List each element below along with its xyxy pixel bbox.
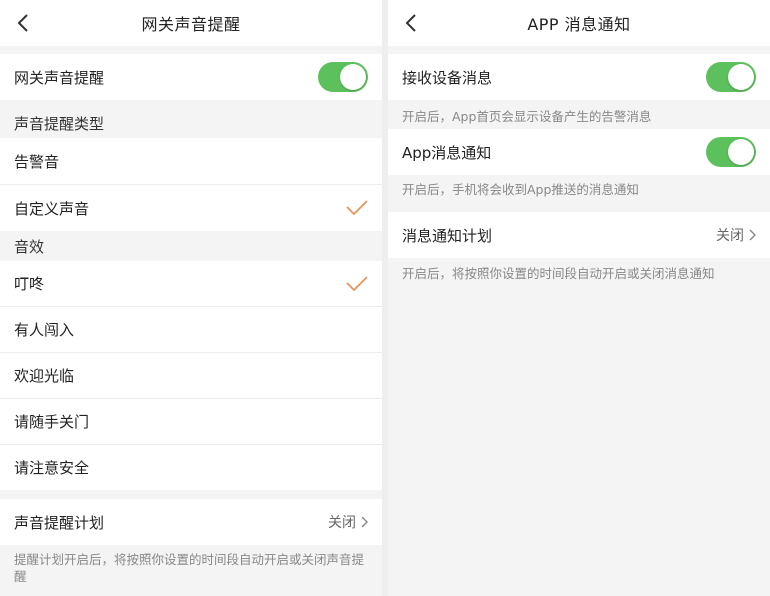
sound-type-label: 自定义声音 xyxy=(14,199,90,218)
chevron-right-icon xyxy=(749,229,756,241)
device-msg-toggle[interactable] xyxy=(706,62,756,92)
effect-item-close-door[interactable]: 请随手关门 xyxy=(0,399,382,444)
back-chevron-left-icon[interactable] xyxy=(402,12,422,34)
gateway-sound-toggle[interactable] xyxy=(318,62,368,92)
sound-schedule-row[interactable]: 声音提醒计划 关闭 xyxy=(0,499,382,545)
effect-label: 请注意安全 xyxy=(14,459,90,477)
device-msg-label: 接收设备消息 xyxy=(402,68,493,87)
notify-schedule-note: 开启后，将按照你设置的时间段自动开启或关闭消息通知 xyxy=(402,266,715,281)
notify-schedule-value-wrap: 关闭 xyxy=(716,225,756,245)
sound-type-section-header: 声音提醒类型 xyxy=(14,114,105,133)
sound-schedule-label: 声音提醒计划 xyxy=(14,513,105,532)
gateway-sound-toggle-row: 网关声音提醒 xyxy=(0,54,382,100)
notify-schedule-value: 关闭 xyxy=(716,228,744,244)
app-notify-toggle-row: App消息通知 xyxy=(388,129,770,175)
sound-schedule-value-wrap: 关闭 xyxy=(328,512,368,532)
effect-item-intruder[interactable]: 有人闯入 xyxy=(0,307,382,352)
effect-item-safety[interactable]: 请注意安全 xyxy=(0,445,382,490)
chevron-right-icon xyxy=(361,516,368,528)
device-msg-note: 开启后，App首页会显示设备产生的告警消息 xyxy=(402,109,652,124)
notify-schedule-row[interactable]: 消息通知计划 关闭 xyxy=(388,212,770,258)
sound-type-item-custom[interactable]: 自定义声音 xyxy=(0,185,382,231)
notify-schedule-label: 消息通知计划 xyxy=(402,226,493,245)
gateway-sound-panel: 网关声音提醒 网关声音提醒 声音提醒类型 告警音 自定义声音 音效 叮咚 有人闯… xyxy=(0,0,382,596)
checkmark-icon xyxy=(346,200,368,216)
page-title: 网关声音提醒 xyxy=(141,15,241,34)
device-msg-toggle-row: 接收设备消息 xyxy=(388,54,770,100)
sound-schedule-value: 关闭 xyxy=(328,515,356,531)
app-notify-toggle[interactable] xyxy=(706,137,756,167)
effect-label: 叮咚 xyxy=(14,275,45,293)
checkmark-icon xyxy=(346,275,368,291)
effect-label: 请随手关门 xyxy=(14,413,90,431)
gateway-sound-label: 网关声音提醒 xyxy=(14,68,105,87)
sound-schedule-note: 提醒计划开启后，将按照你设置的时间段自动开启或关闭声音提醒 xyxy=(14,552,365,584)
effect-label: 欢迎光临 xyxy=(14,367,75,385)
effect-label: 有人闯入 xyxy=(14,321,75,339)
toggle-knob xyxy=(340,64,366,90)
effects-section-header: 音效 xyxy=(14,237,45,256)
app-notify-label: App消息通知 xyxy=(402,143,492,162)
toggle-knob xyxy=(728,64,754,90)
sound-type-item-alarm[interactable]: 告警音 xyxy=(0,138,382,184)
app-notify-note: 开启后，手机将会收到App推送的消息通知 xyxy=(402,182,639,197)
page-title: APP 消息通知 xyxy=(527,15,631,34)
nav-bar: APP 消息通知 xyxy=(388,0,770,46)
toggle-knob xyxy=(728,139,754,165)
sound-type-label: 告警音 xyxy=(14,152,60,171)
effect-item-welcome[interactable]: 欢迎光临 xyxy=(0,353,382,398)
effect-item-dingdong[interactable]: 叮咚 xyxy=(0,261,382,306)
back-chevron-left-icon[interactable] xyxy=(14,12,34,34)
app-notification-panel: APP 消息通知 接收设备消息 开启后，App首页会显示设备产生的告警消息 Ap… xyxy=(388,0,770,596)
nav-bar: 网关声音提醒 xyxy=(0,0,382,46)
